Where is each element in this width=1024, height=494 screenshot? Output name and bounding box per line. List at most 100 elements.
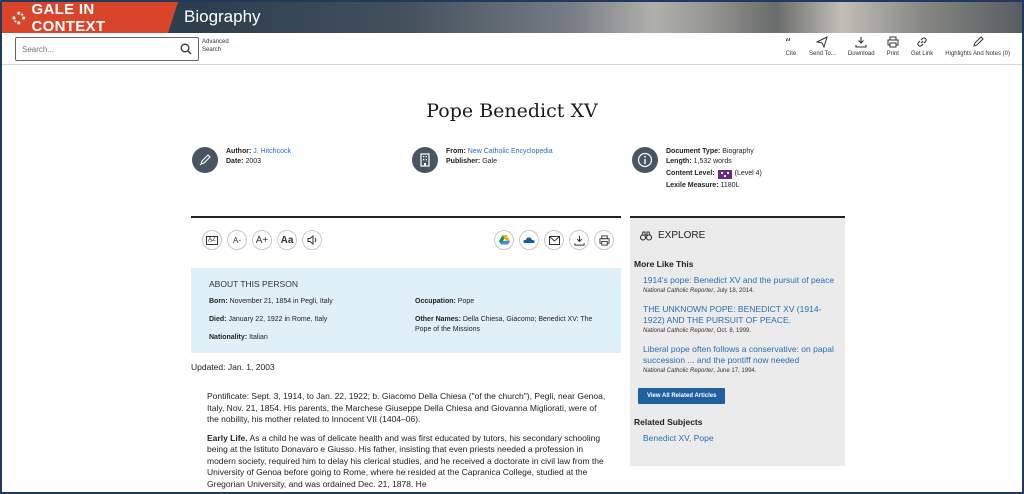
author-link[interactable]: J. Hitchcock bbox=[253, 148, 291, 155]
content-divider bbox=[191, 216, 621, 218]
content-level-value: (Level 4) bbox=[734, 170, 762, 177]
occupation-value: Pope bbox=[457, 298, 475, 305]
view-all-related-button[interactable]: View All Related Articles bbox=[638, 388, 726, 404]
decrease-font-button[interactable]: A- bbox=[227, 230, 247, 250]
brand-notch bbox=[168, 2, 178, 33]
from-link[interactable]: New Catholic Encyclopedia bbox=[468, 148, 553, 155]
email-button[interactable] bbox=[544, 230, 564, 250]
print-doc-button[interactable] bbox=[594, 230, 614, 250]
occupation-field: Occupation: Pope bbox=[415, 297, 605, 307]
article-date: , Oct. 8, 1999. bbox=[713, 328, 752, 334]
font-increase-icon: A+ bbox=[255, 234, 269, 246]
top-banner: GALE IN CONTEXT Biography bbox=[2, 2, 1022, 33]
born-label: Born: bbox=[209, 298, 228, 305]
search-input[interactable] bbox=[22, 44, 180, 54]
article-body: Pontificate: Sept. 3, 1914, to Jan. 22, … bbox=[207, 391, 607, 494]
length-value: 1,532 words bbox=[693, 158, 732, 165]
article-source: National Catholic Reporter, Oct. 8, 1999… bbox=[643, 328, 841, 334]
info-icon bbox=[632, 147, 658, 173]
cite-label: Cite bbox=[785, 51, 797, 57]
lexile-label: Lexile Measure: bbox=[666, 182, 719, 189]
advanced-search-link[interactable]: Advanced Search bbox=[202, 38, 236, 54]
font-style-button[interactable]: Aa bbox=[277, 230, 297, 250]
search-icon[interactable] bbox=[180, 43, 192, 55]
died-value: January 22, 1922 in Rome, Italy bbox=[228, 316, 328, 323]
svg-text:“: “ bbox=[785, 36, 791, 48]
nationality-value: Italian bbox=[249, 334, 268, 341]
more-like-this-heading: More Like This bbox=[634, 259, 694, 269]
date-label: Date: bbox=[226, 158, 244, 165]
explore-heading: EXPLORE bbox=[658, 230, 706, 241]
email-icon bbox=[548, 235, 560, 245]
translate-icon: A̲Z bbox=[206, 235, 218, 245]
article-title[interactable]: 1914's pope: Benedict XV and the pursuit… bbox=[643, 275, 841, 286]
paragraph: Early Life. As a child he was of delicat… bbox=[207, 433, 607, 491]
toolbar: Advanced Search “ Cite Send To... Downlo… bbox=[2, 33, 1022, 65]
about-heading: ABOUT THIS PERSON bbox=[209, 279, 298, 289]
article-date: , June 17, 1994. bbox=[713, 368, 757, 374]
related-article[interactable]: THE UNKNOWN POPE: BENEDICT XV (1914-1922… bbox=[634, 304, 841, 334]
highlight-icon bbox=[972, 36, 984, 47]
pen-icon bbox=[192, 147, 218, 173]
print-icon bbox=[887, 36, 899, 48]
google-drive-button[interactable] bbox=[494, 230, 514, 250]
article-publication: National Catholic Reporter bbox=[643, 288, 714, 294]
translate-button[interactable]: A̲Z bbox=[202, 230, 222, 250]
born-value: November 21, 1854 in Pegli, Italy bbox=[229, 298, 333, 305]
article-title[interactable]: Liberal pope often follows a conservativ… bbox=[643, 344, 841, 366]
section-heading: Early Life. bbox=[207, 432, 248, 443]
paragraph: Pontificate: Sept. 3, 1914, to Jan. 22, … bbox=[207, 391, 606, 424]
document-meta: Document Type: Biography Length: 1,532 w… bbox=[632, 147, 762, 191]
paragraph-text: As a child he was of delicate health and… bbox=[207, 432, 604, 489]
listen-button[interactable] bbox=[302, 230, 322, 250]
download-icon bbox=[855, 37, 867, 48]
born-field: Born: November 21, 1854 in Pegli, Italy bbox=[209, 297, 415, 307]
onedrive-button[interactable] bbox=[519, 230, 539, 250]
related-article[interactable]: Liberal pope often follows a conservativ… bbox=[634, 344, 841, 374]
source-meta: From: New Catholic Encyclopedia Publishe… bbox=[412, 147, 553, 173]
search-box bbox=[15, 37, 199, 61]
download-doc-button[interactable] bbox=[569, 230, 589, 250]
article-title[interactable]: THE UNKNOWN POPE: BENEDICT XV (1914-1922… bbox=[643, 304, 841, 326]
died-label: Died: bbox=[209, 316, 227, 323]
font-style-icon: Aa bbox=[280, 234, 294, 246]
download-label: Download bbox=[847, 51, 875, 57]
building-icon bbox=[412, 147, 438, 173]
other-names-label: Other Names: bbox=[415, 316, 461, 323]
related-subject-link[interactable]: Benedict XV, Pope bbox=[634, 433, 841, 443]
article-source: National Catholic Reporter, June 17, 199… bbox=[643, 368, 841, 374]
share-tools bbox=[494, 230, 614, 250]
gale-logo[interactable]: GALE IN CONTEXT bbox=[2, 2, 168, 33]
brand-name: GALE IN CONTEXT bbox=[31, 2, 106, 33]
cite-icon: “ bbox=[785, 36, 791, 48]
speaker-icon bbox=[307, 235, 316, 245]
highlights-notes-button[interactable]: Highlights And Notes (0) bbox=[939, 36, 1016, 57]
doctype-value: Biography bbox=[722, 148, 754, 155]
product-name[interactable]: Biography bbox=[184, 7, 261, 27]
tool-buttons: “ Cite Send To... Download Print Get Lin… bbox=[779, 36, 1016, 57]
get-link-button[interactable]: Get Link bbox=[905, 36, 939, 57]
updated-date: Updated: Jan. 1, 2003 bbox=[191, 362, 275, 372]
content-level-label: Content Level: bbox=[666, 170, 715, 177]
send-icon bbox=[816, 36, 829, 48]
page-title: Pope Benedict XV bbox=[426, 100, 598, 122]
cite-button[interactable]: “ Cite bbox=[779, 36, 803, 57]
explore-header: EXPLORE bbox=[640, 230, 841, 241]
link-icon bbox=[917, 37, 927, 47]
gale-logo-icon bbox=[12, 11, 26, 24]
related-subjects-heading: Related Subjects bbox=[634, 417, 703, 427]
print-button[interactable]: Print bbox=[881, 36, 905, 57]
download-icon bbox=[573, 235, 585, 246]
nationality-label: Nationality: bbox=[209, 334, 248, 341]
article-date: , July 18, 2014. bbox=[713, 288, 755, 294]
send-to-button[interactable]: Send To... bbox=[803, 36, 842, 57]
google-drive-icon bbox=[498, 235, 510, 245]
font-decrease-icon: A- bbox=[233, 235, 241, 245]
download-button[interactable]: Download bbox=[842, 36, 881, 57]
died-field: Died: January 22, 1922 in Rome, Italy bbox=[209, 315, 415, 325]
related-article[interactable]: 1914's pope: Benedict XV and the pursuit… bbox=[634, 275, 841, 294]
occupation-label: Occupation: bbox=[415, 298, 456, 305]
increase-font-button[interactable]: A+ bbox=[252, 230, 272, 250]
publisher-label: Publisher: bbox=[446, 158, 481, 165]
get-link-label: Get Link bbox=[910, 51, 934, 57]
